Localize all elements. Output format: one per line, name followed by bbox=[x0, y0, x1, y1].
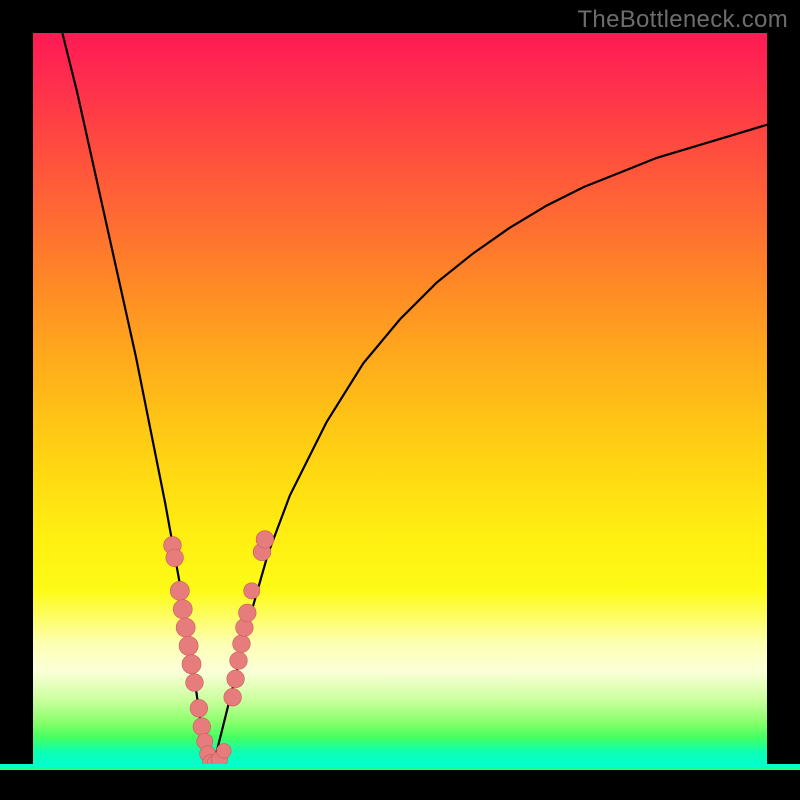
chart-svg bbox=[33, 33, 767, 767]
bottom-green-strip-2 bbox=[0, 767, 800, 770]
curve-marker bbox=[224, 688, 242, 706]
watermark-text: TheBottleneck.com bbox=[577, 6, 788, 34]
curve-marker bbox=[239, 604, 257, 622]
curve-marker bbox=[193, 718, 211, 736]
curve-marker bbox=[176, 618, 195, 637]
curve-marker bbox=[179, 636, 198, 655]
curve-marker bbox=[233, 635, 251, 653]
curve-marker bbox=[217, 744, 232, 759]
curve-marker bbox=[166, 549, 184, 567]
curve-marker bbox=[230, 652, 248, 670]
curve-marker bbox=[244, 583, 260, 599]
curve-marker bbox=[182, 655, 201, 674]
bottleneck-curve bbox=[62, 33, 767, 763]
curve-marker bbox=[256, 531, 274, 549]
curve-marker bbox=[186, 674, 204, 692]
plot-area bbox=[33, 33, 767, 767]
curve-marker bbox=[227, 670, 245, 688]
chart-frame: TheBottleneck.com bbox=[0, 0, 800, 800]
curve-marker bbox=[173, 600, 192, 619]
curve-marker bbox=[170, 581, 189, 600]
curve-line bbox=[62, 33, 767, 763]
curve-markers bbox=[164, 531, 274, 767]
curve-marker bbox=[190, 699, 208, 717]
